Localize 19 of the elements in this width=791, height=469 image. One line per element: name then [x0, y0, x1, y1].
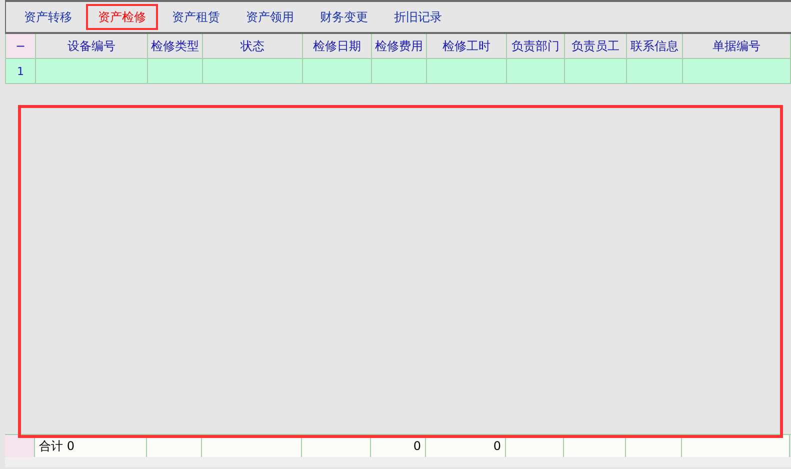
column-header: 检修费用: [372, 34, 427, 58]
tab[interactable]: 资产租赁: [160, 4, 232, 30]
table-cell[interactable]: [36, 59, 148, 83]
table-cell[interactable]: [372, 59, 427, 83]
table-cell[interactable]: [148, 59, 203, 83]
table-cell[interactable]: [203, 59, 303, 83]
table-cell[interactable]: [427, 59, 507, 83]
table-cell[interactable]: [507, 59, 565, 83]
table-cell[interactable]: [683, 59, 791, 83]
collapse-toggle[interactable]: −: [6, 34, 36, 58]
tab[interactable]: 财务变更: [308, 4, 380, 30]
table-cell[interactable]: [303, 59, 372, 83]
tab[interactable]: 资产领用: [234, 4, 306, 30]
column-header: 检修类型: [148, 34, 203, 58]
tab[interactable]: 资产转移: [12, 4, 84, 30]
table-cell[interactable]: [565, 59, 627, 83]
row-number: 1: [6, 59, 36, 83]
tab[interactable]: 折旧记录: [382, 4, 454, 30]
table-cell[interactable]: [627, 59, 683, 83]
